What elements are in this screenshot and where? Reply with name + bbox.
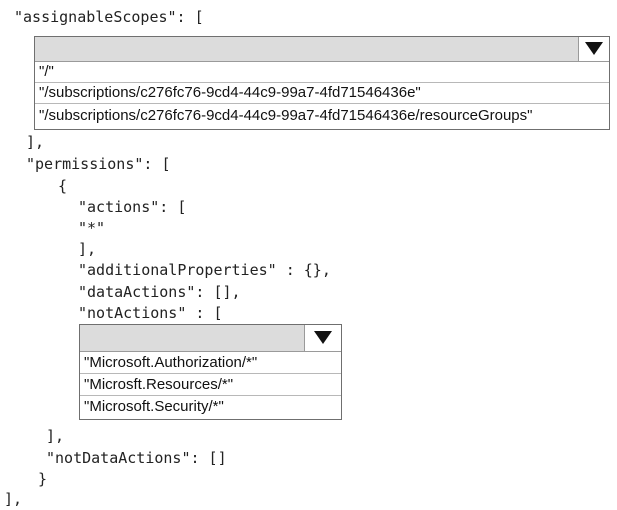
assignable-scopes-selected[interactable] (35, 37, 609, 62)
not-actions-close: ], (46, 427, 65, 445)
not-actions-key: "notActions" : [ (78, 304, 223, 322)
permission-brace-open: { (58, 177, 68, 195)
not-action-option[interactable]: "Microsft.Resources/*" (80, 374, 341, 396)
not-actions-dropdown[interactable]: "Microsoft.Authorization/*" "Microsft.Re… (79, 324, 342, 420)
assignable-scopes-dropdown[interactable]: "/" "/subscriptions/c276fc76-9cd4-44c9-9… (34, 36, 610, 130)
scope-option[interactable]: "/subscriptions/c276fc76-9cd4-44c9-99a7-… (35, 104, 609, 128)
permissions-close: ], (4, 490, 23, 508)
permission-brace-close: } (38, 470, 48, 488)
not-action-option[interactable]: "Microsoft.Security/*" (80, 396, 341, 418)
dropdown-arrow-icon[interactable] (578, 37, 609, 61)
not-action-option[interactable]: "Microsoft.Authorization/*" (80, 352, 341, 374)
actions-item: "*" (78, 219, 106, 237)
data-actions-line: "dataActions": [], (78, 283, 241, 301)
not-actions-selected[interactable] (80, 325, 341, 352)
permissions-key: "permissions": [ (26, 155, 171, 173)
actions-close: ], (78, 240, 97, 258)
dropdown-arrow-icon[interactable] (304, 325, 341, 351)
actions-key: "actions": [ (78, 198, 187, 216)
assignable-scopes-key: "assignableScopes": [ (14, 8, 204, 26)
assignable-scopes-close: ], (26, 133, 45, 151)
scope-option[interactable]: "/" (35, 62, 609, 83)
not-data-actions-line: "notDataActions": [] (46, 449, 227, 467)
additional-properties-line: "additionalProperties" : {}, (78, 261, 331, 279)
scope-option[interactable]: "/subscriptions/c276fc76-9cd4-44c9-99a7-… (35, 83, 609, 104)
